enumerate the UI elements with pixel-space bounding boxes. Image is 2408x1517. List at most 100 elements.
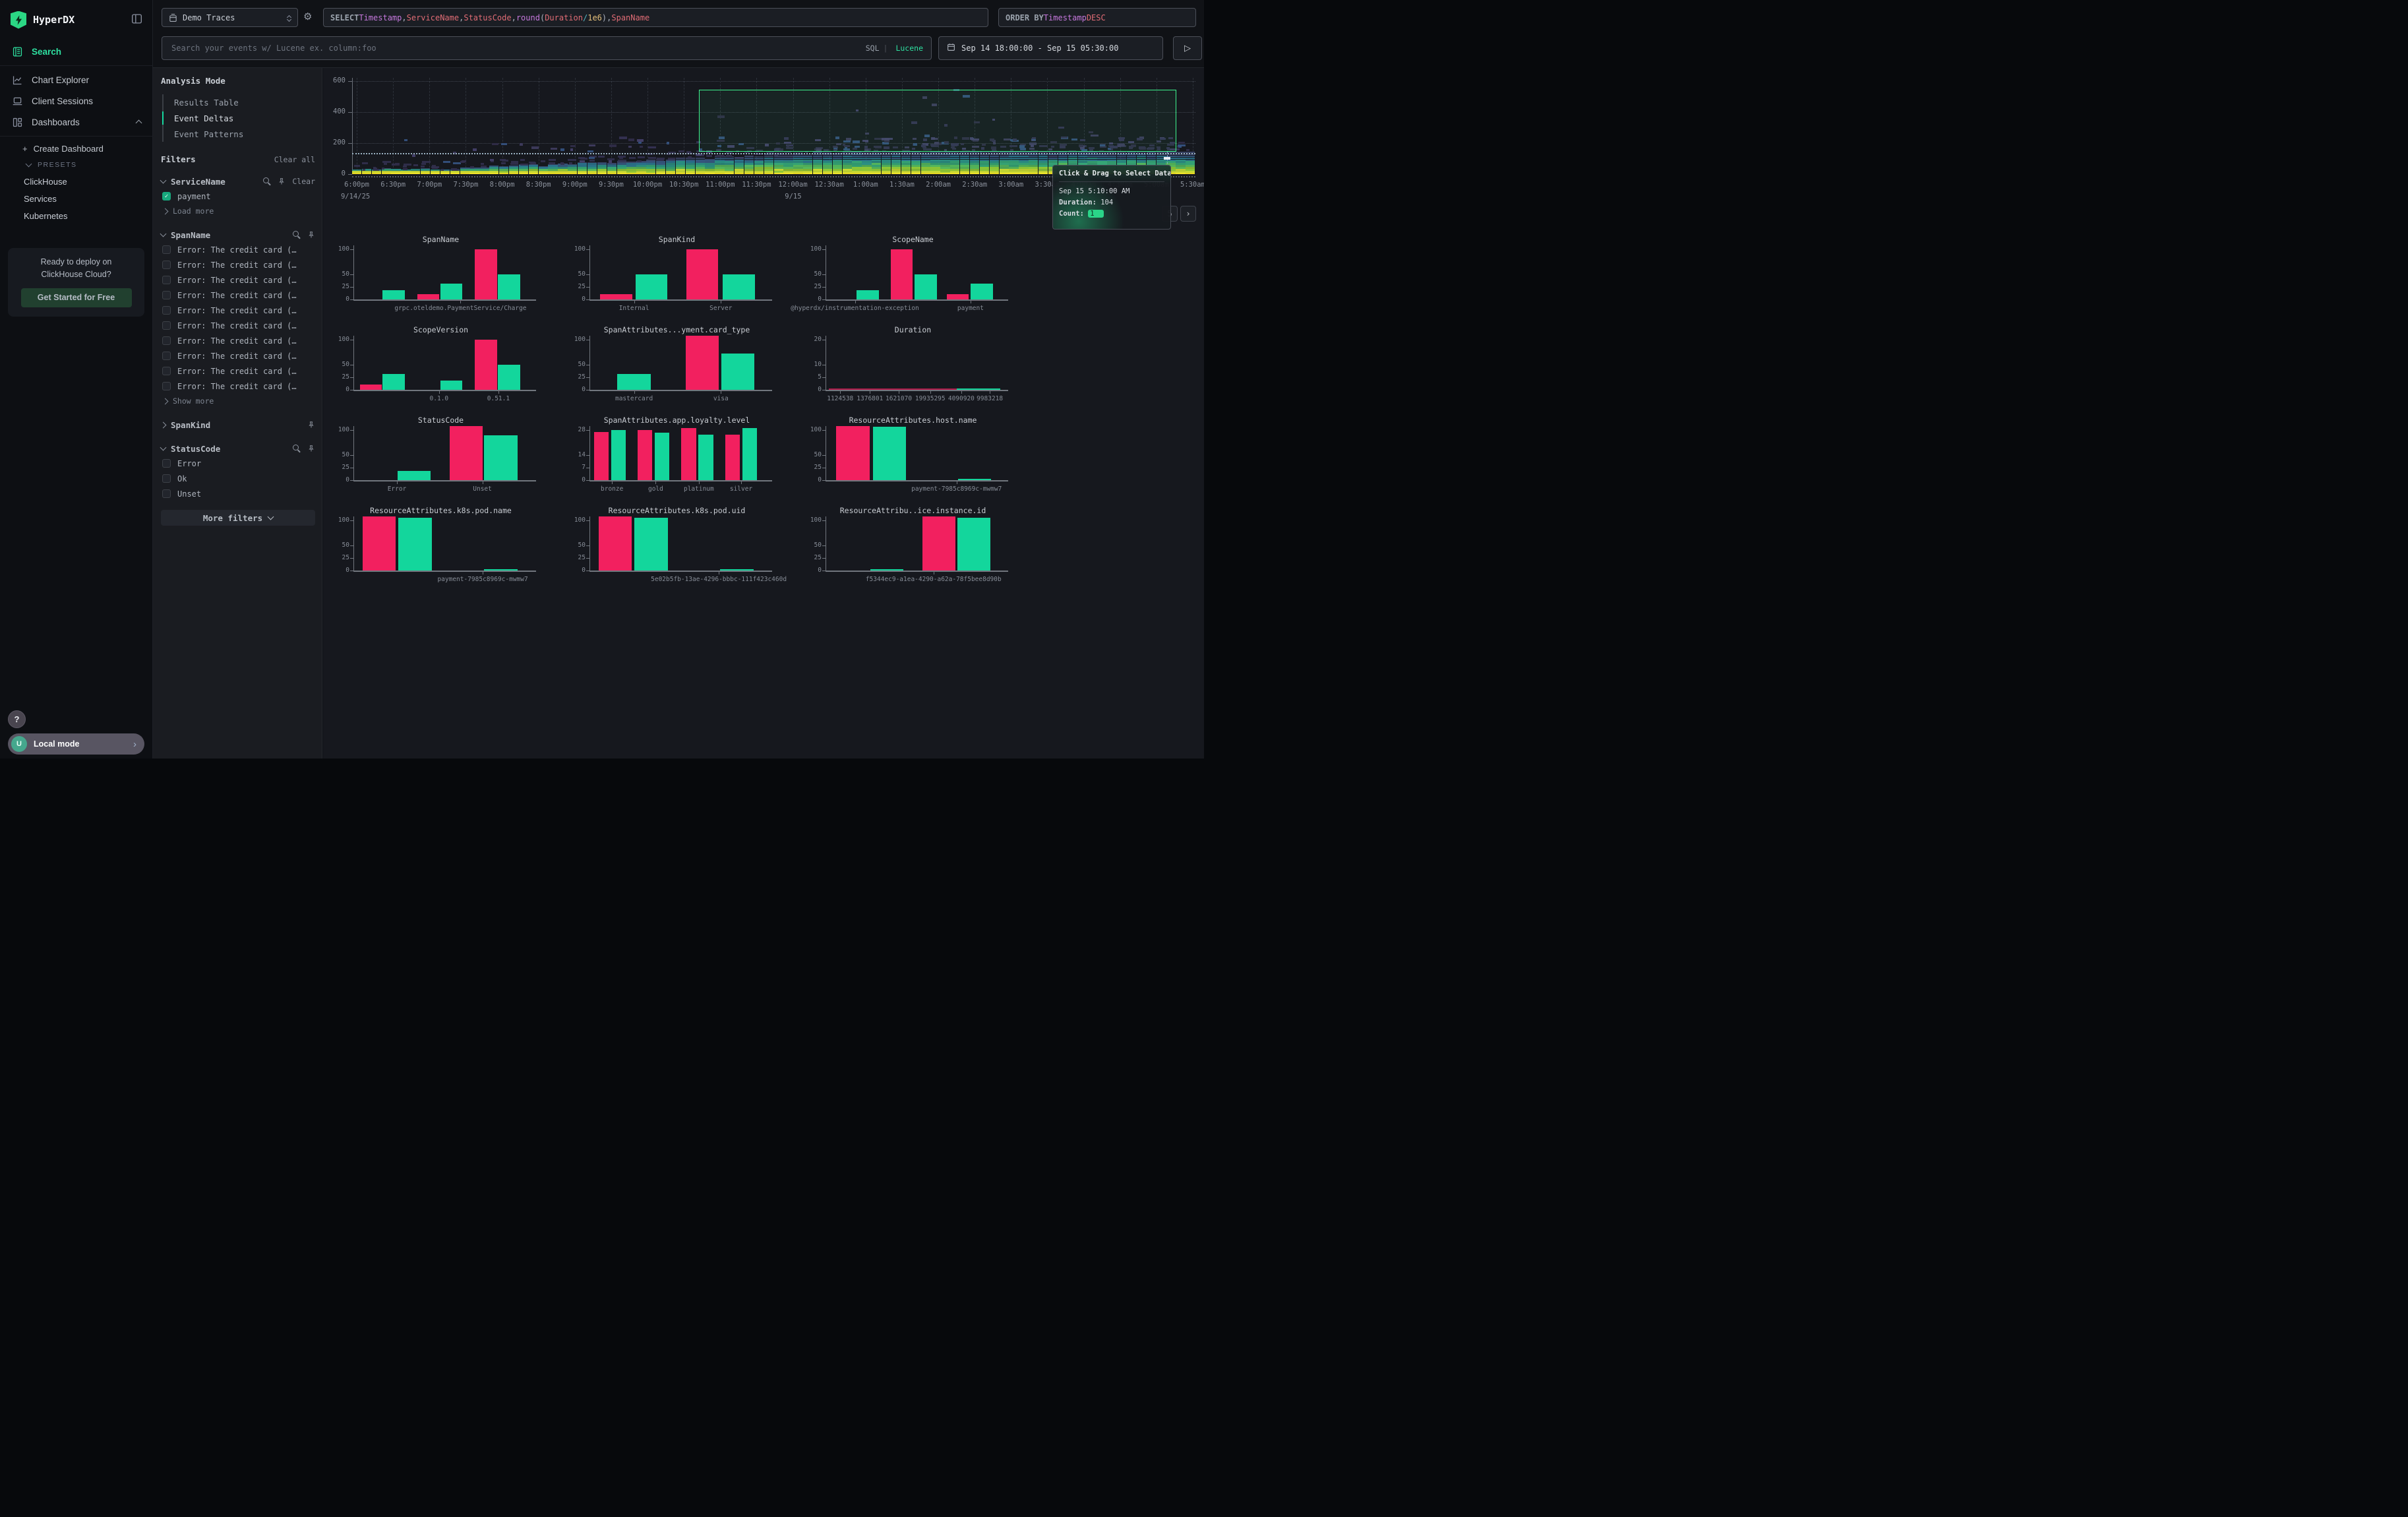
- bar: [725, 435, 740, 480]
- checkbox[interactable]: [162, 352, 171, 360]
- filter-show-more[interactable]: Show more: [161, 394, 315, 408]
- filter-option[interactable]: Error: The credit card (…: [161, 243, 315, 257]
- filter-option[interactable]: Error: The credit card (…: [161, 319, 315, 332]
- chevron-down-icon[interactable]: [160, 231, 167, 237]
- checkbox[interactable]: [162, 336, 171, 345]
- bar: [398, 518, 431, 571]
- chevron-right-icon[interactable]: [160, 421, 167, 428]
- search-input[interactable]: [170, 43, 862, 53]
- filters-header: Filters: [161, 154, 274, 164]
- chart-y-tick: 100: [330, 426, 349, 433]
- heatmap-x-tick: 6:00pm: [337, 181, 376, 189]
- checkbox[interactable]: [162, 276, 171, 284]
- checkbox[interactable]: [162, 489, 171, 498]
- checkbox[interactable]: [162, 474, 171, 483]
- clear-all-button[interactable]: Clear all: [274, 155, 315, 164]
- y-axis-line: [353, 336, 354, 390]
- filter-group-servicename: ServiceNameClear: [161, 175, 315, 188]
- sidebar-item-kubernetes[interactable]: Kubernetes: [0, 207, 153, 224]
- tick-mark: [822, 274, 826, 275]
- checkbox[interactable]: [162, 367, 171, 375]
- filter-option[interactable]: Error: The credit card (…: [161, 379, 315, 393]
- pin-icon[interactable]: [278, 177, 286, 185]
- search-icon[interactable]: [293, 445, 301, 452]
- sql-mode-toggle[interactable]: SQL: [866, 44, 880, 53]
- bar: [686, 336, 719, 390]
- chart-y-tick: 5: [802, 373, 822, 381]
- pin-icon[interactable]: [307, 421, 315, 429]
- selection-box[interactable]: [699, 90, 1176, 152]
- checkbox[interactable]: [162, 261, 171, 269]
- chart-y-tick: 50: [566, 361, 586, 368]
- date-range-picker[interactable]: Sep 14 18:00:00 - Sep 15 05:30:00: [938, 36, 1163, 60]
- filter-option[interactable]: Error: The credit card (…: [161, 303, 315, 317]
- filter-option[interactable]: Error: The credit card (…: [161, 288, 315, 302]
- tick-mark: [634, 391, 635, 394]
- pin-icon[interactable]: [307, 231, 315, 239]
- sidebar-collapse-icon[interactable]: [131, 13, 142, 26]
- mode-event-patterns[interactable]: Event Patterns: [164, 126, 315, 142]
- filter-option[interactable]: Error: The credit card (…: [161, 334, 315, 348]
- local-mode-menu[interactable]: U Local mode ›: [8, 733, 144, 755]
- mode-event-deltas[interactable]: Event Deltas: [164, 110, 315, 126]
- chart-y-tick: 50: [330, 361, 349, 368]
- next-page-button[interactable]: ›: [1180, 206, 1196, 222]
- heatmap-x-tick: 10:30pm: [664, 181, 704, 189]
- filter-option[interactable]: Error: The credit card (…: [161, 364, 315, 378]
- heatmap-x-tick: 10:00pm: [628, 181, 667, 189]
- filter-option[interactable]: Ok: [161, 472, 315, 485]
- checkbox[interactable]: [162, 245, 171, 254]
- search-icon[interactable]: [263, 177, 271, 185]
- sidebar-item-clickhouse[interactable]: ClickHouse: [0, 173, 153, 190]
- more-filters-button[interactable]: More filters: [161, 510, 315, 526]
- bar: [742, 428, 757, 480]
- help-button[interactable]: ?: [8, 710, 26, 728]
- pin-icon[interactable]: [307, 445, 315, 452]
- filter-option[interactable]: Error: The credit card (…: [161, 349, 315, 363]
- mode-results-table[interactable]: Results Table: [164, 94, 315, 110]
- chevron-down-icon[interactable]: [160, 177, 167, 184]
- select-query-input[interactable]: SELECT Timestamp, ServiceName, StatusCod…: [323, 8, 988, 27]
- filter-option[interactable]: Unset: [161, 487, 315, 501]
- checkbox[interactable]: ✓: [162, 192, 171, 201]
- filter-option[interactable]: Error: [161, 456, 315, 470]
- tick-mark: [822, 377, 826, 378]
- filters-panel: Analysis Mode Results Table Event Deltas…: [153, 68, 322, 758]
- search-icon[interactable]: [293, 231, 301, 239]
- source-select[interactable]: Demo Traces: [162, 8, 298, 27]
- filter-load-more[interactable]: Load more: [161, 204, 315, 218]
- chart-y-tick: 0: [566, 476, 586, 483]
- order-by-input[interactable]: ORDER BY Timestamp DESC: [998, 8, 1196, 27]
- sidebar-item-search[interactable]: Search: [0, 41, 153, 62]
- database-icon: [169, 13, 177, 22]
- filter-option[interactable]: ✓payment: [161, 189, 315, 203]
- sidebar-item-chart-explorer[interactable]: Chart Explorer: [0, 69, 153, 90]
- gear-icon[interactable]: ⚙: [303, 11, 312, 22]
- checkbox[interactable]: [162, 382, 171, 390]
- heatmap-x-tick: 1:30am: [882, 181, 922, 189]
- x-axis-line: [826, 390, 1008, 391]
- lucene-mode-toggle[interactable]: Lucene: [895, 44, 923, 53]
- sidebar-item-dashboards[interactable]: Dashboards: [0, 111, 153, 133]
- clear-filter-button[interactable]: Clear: [292, 177, 315, 186]
- checkbox[interactable]: [162, 459, 171, 468]
- checkbox[interactable]: [162, 306, 171, 315]
- filter-option[interactable]: Error: The credit card (…: [161, 273, 315, 287]
- bar: [440, 284, 462, 299]
- create-dashboard-button[interactable]: + Create Dashboard: [0, 140, 153, 157]
- run-query-button[interactable]: ▷: [1173, 36, 1202, 60]
- heatmap-x-tick: 6:30pm: [373, 181, 413, 189]
- filter-option[interactable]: Error: The credit card (…: [161, 258, 315, 272]
- checkbox[interactable]: [162, 291, 171, 299]
- chevron-down-icon[interactable]: [160, 445, 167, 451]
- presets-header[interactable]: PRESETS: [0, 157, 153, 173]
- bar: [634, 518, 667, 571]
- chart-y-tick: 100: [802, 516, 822, 524]
- bar: [836, 426, 869, 480]
- filter-option-label: Error: The credit card (…: [177, 352, 297, 361]
- sidebar-item-services[interactable]: Services: [0, 190, 153, 207]
- sidebar-item-client-sessions[interactable]: Client Sessions: [0, 90, 153, 111]
- checkbox[interactable]: [162, 321, 171, 330]
- sidebar-item-label: Chart Explorer: [32, 75, 89, 85]
- get-started-button[interactable]: Get Started for Free: [21, 288, 132, 307]
